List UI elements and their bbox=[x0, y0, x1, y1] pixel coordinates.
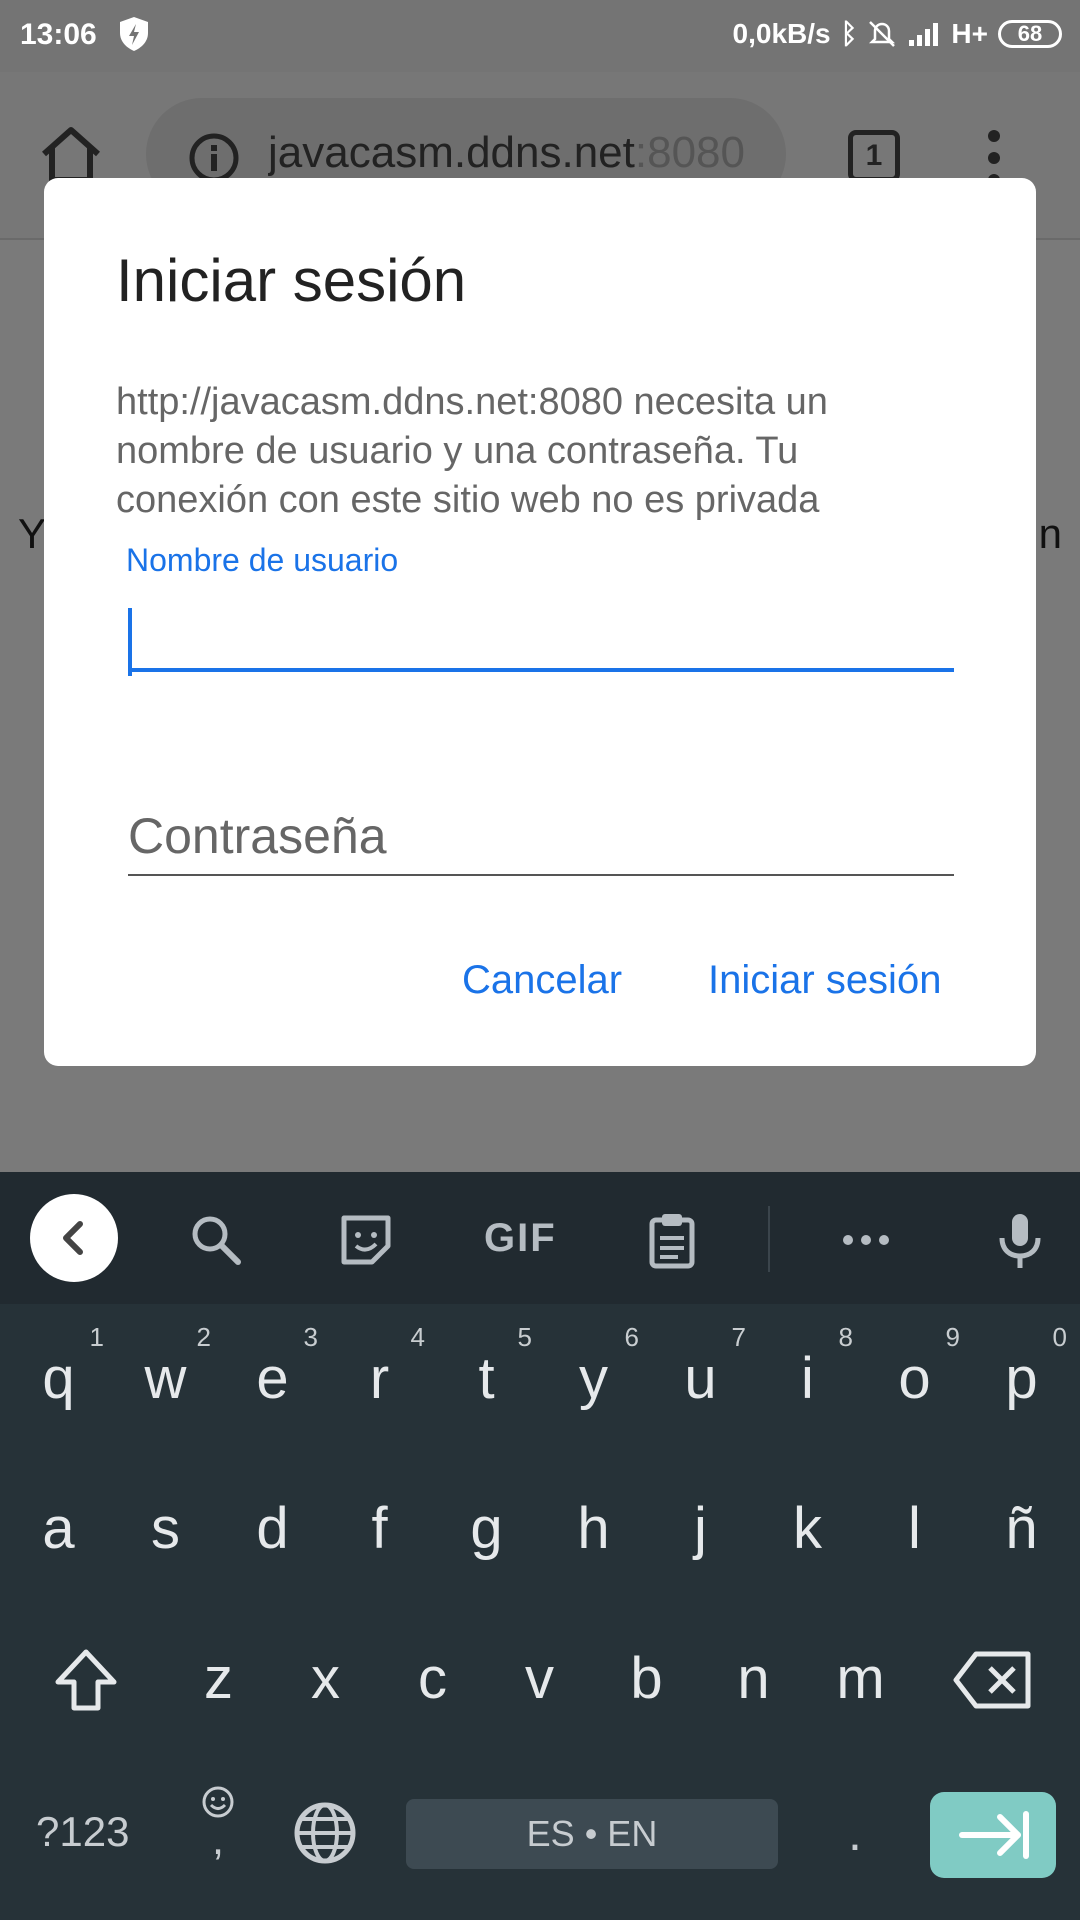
url-port: :8080 bbox=[634, 128, 745, 177]
key-a[interactable]: a bbox=[5, 1454, 112, 1604]
key-p[interactable]: p0 bbox=[968, 1304, 1075, 1454]
key-c[interactable]: c bbox=[379, 1604, 486, 1754]
signal-type: H+ bbox=[951, 18, 988, 49]
key-x[interactable]: x bbox=[272, 1604, 379, 1754]
keyboard: q1 w2 e3 r4 t5 y6 u7 i8 o9 p0 a s d f g … bbox=[0, 1304, 1080, 1920]
status-time: 13:06 bbox=[20, 18, 97, 51]
key-j[interactable]: j bbox=[647, 1454, 754, 1604]
dialog-message: http://javacasm.ddns.net:8080 necesita u… bbox=[116, 381, 828, 521]
next-field-button[interactable] bbox=[930, 1792, 1056, 1878]
key-row-2: a s d f g h j k l ñ bbox=[0, 1454, 1080, 1604]
key-f[interactable]: f bbox=[326, 1454, 433, 1604]
microphone-icon[interactable] bbox=[990, 1210, 1050, 1270]
key-g[interactable]: g bbox=[433, 1454, 540, 1604]
key-row-1: q1 w2 e3 r4 t5 y6 u7 i8 o9 p0 bbox=[0, 1304, 1080, 1454]
symbols-key[interactable]: ?123 bbox=[36, 1808, 129, 1856]
shield-icon bbox=[120, 17, 148, 51]
key-o[interactable]: o9 bbox=[861, 1304, 968, 1454]
signal-icon bbox=[909, 23, 939, 46]
key-r[interactable]: r4 bbox=[326, 1304, 433, 1454]
keyboard-toolbar: GIF bbox=[0, 1172, 1080, 1304]
battery-icon: 68 bbox=[998, 20, 1062, 48]
key-l[interactable]: l bbox=[861, 1454, 968, 1604]
key-n[interactable]: n bbox=[700, 1604, 807, 1754]
key-b[interactable]: b bbox=[593, 1604, 700, 1754]
backspace-icon[interactable] bbox=[952, 1650, 1032, 1710]
clipboard-icon[interactable] bbox=[642, 1210, 702, 1270]
search-icon[interactable] bbox=[186, 1210, 246, 1270]
key-t[interactable]: t5 bbox=[433, 1304, 540, 1454]
password-field[interactable] bbox=[128, 798, 954, 876]
sticker-icon[interactable] bbox=[336, 1210, 396, 1270]
login-dialog: Iniciar sesión http://javacasm.ddns.net:… bbox=[44, 178, 1036, 1066]
key-u[interactable]: u7 bbox=[647, 1304, 754, 1454]
url-text: javacasm.ddns.net:8080 bbox=[268, 128, 768, 178]
toolbar-divider bbox=[768, 1206, 770, 1272]
space-bar[interactable]: ES • EN bbox=[406, 1799, 778, 1869]
key-w[interactable]: w2 bbox=[112, 1304, 219, 1454]
key-row-3: z x c v b n m bbox=[0, 1604, 1080, 1754]
key-z[interactable]: z bbox=[165, 1604, 272, 1754]
url-host: javacasm.ddns.net bbox=[268, 128, 635, 177]
page-text-fragment: Y bbox=[18, 510, 47, 557]
tab-switcher-button[interactable]: 1 bbox=[848, 130, 900, 182]
mute-icon bbox=[869, 21, 896, 47]
comma-emoji-key[interactable]: , bbox=[196, 1784, 240, 1864]
cancel-button[interactable]: Cancelar bbox=[462, 958, 622, 1003]
text-caret bbox=[128, 608, 132, 676]
tab-arrow-icon bbox=[959, 1811, 1029, 1859]
network-speed: 0,0kB/s bbox=[732, 18, 831, 49]
more-horiz-icon[interactable] bbox=[836, 1210, 896, 1270]
key-e[interactable]: e3 bbox=[219, 1304, 326, 1454]
period-key[interactable]: . bbox=[848, 1804, 862, 1862]
key-h[interactable]: h bbox=[540, 1454, 647, 1604]
globe-icon[interactable] bbox=[292, 1800, 358, 1866]
chevron-left-icon bbox=[63, 1221, 83, 1255]
key-y[interactable]: y6 bbox=[540, 1304, 647, 1454]
login-button[interactable]: Iniciar sesión bbox=[708, 958, 941, 1003]
collapse-toolbar-button[interactable] bbox=[30, 1194, 118, 1282]
dialog-title: Iniciar sesión bbox=[116, 247, 467, 314]
status-right-group: 0,0kB/s ᛒ H+ 68 bbox=[733, 18, 1062, 50]
info-icon[interactable] bbox=[188, 132, 240, 184]
bluetooth-icon: ᛒ bbox=[840, 18, 858, 49]
username-label: Nombre de usuario bbox=[126, 542, 399, 578]
page-text-fragment: n bbox=[1038, 510, 1062, 557]
status-bar: 13:06 0,0kB/s ᛒ H+ 68 bbox=[0, 0, 1080, 72]
key-k[interactable]: k bbox=[754, 1454, 861, 1604]
key-m[interactable]: m bbox=[807, 1604, 914, 1754]
key-i[interactable]: i8 bbox=[754, 1304, 861, 1454]
key-v[interactable]: v bbox=[486, 1604, 593, 1754]
key-q[interactable]: q1 bbox=[5, 1304, 112, 1454]
shift-icon[interactable] bbox=[50, 1644, 122, 1716]
key-n-tilde[interactable]: ñ bbox=[968, 1454, 1075, 1604]
gif-button[interactable]: GIF bbox=[484, 1216, 557, 1261]
comma-label: , bbox=[211, 1815, 225, 1864]
key-s[interactable]: s bbox=[112, 1454, 219, 1604]
username-field[interactable] bbox=[128, 598, 954, 672]
key-d[interactable]: d bbox=[219, 1454, 326, 1604]
